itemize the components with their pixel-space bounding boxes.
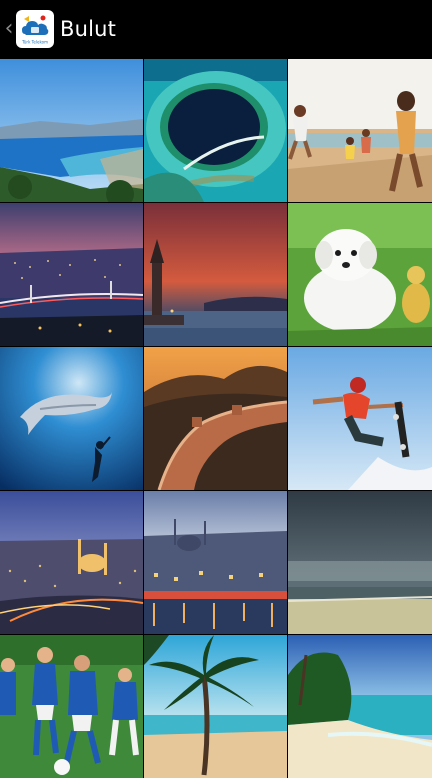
up-navigation-icon[interactable]: ‹	[2, 0, 16, 58]
tile-blue-hole-atoll[interactable]	[144, 59, 287, 202]
app-icon-caption: Türk Telekom	[21, 40, 48, 45]
tile-great-wall[interactable]	[144, 347, 287, 490]
tile-whale-diver[interactable]	[0, 347, 143, 490]
tile-istanbul-waterfront[interactable]	[144, 491, 287, 634]
page-title: Bulut	[60, 17, 117, 41]
tile-maiden-tower-sunset[interactable]	[144, 203, 287, 346]
tile-palm-tree-beach[interactable]	[144, 635, 287, 778]
tile-white-puppy[interactable]	[288, 203, 432, 346]
action-bar: ‹ Türk Telekom Bulut	[0, 0, 432, 58]
tile-family-beach-run[interactable]	[288, 59, 432, 202]
tile-skateboarder-jump[interactable]	[288, 347, 432, 490]
tile-bosphorus-bridge-night[interactable]	[0, 203, 143, 346]
tile-stormy-beach[interactable]	[288, 491, 432, 634]
tile-kids-soccer[interactable]	[0, 635, 143, 778]
tile-istanbul-mosque-evening[interactable]	[0, 491, 143, 634]
cloud-app-icon[interactable]: Türk Telekom	[16, 10, 54, 48]
photo-grid	[0, 59, 432, 778]
tile-coastal-bay[interactable]	[0, 59, 143, 202]
tile-tropical-shore[interactable]	[288, 635, 432, 778]
